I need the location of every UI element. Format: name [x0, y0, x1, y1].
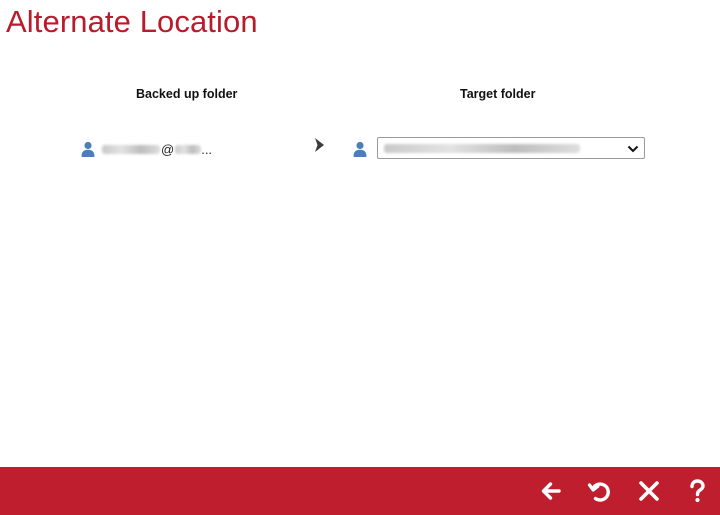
- redacted-username: [102, 145, 160, 154]
- target-folder-select[interactable]: [377, 137, 645, 159]
- chevron-right-icon: [313, 136, 327, 154]
- source-ellipsis: ...: [201, 142, 213, 157]
- close-button[interactable]: [636, 478, 662, 504]
- arrow-left-icon: [541, 482, 561, 500]
- source-at-symbol: @: [161, 142, 175, 157]
- close-icon: [639, 481, 659, 501]
- page-title: Alternate Location: [6, 4, 258, 39]
- restore-icon: [587, 482, 610, 502]
- redacted-target-value: [384, 143, 580, 153]
- footer-toolbar: [0, 467, 720, 515]
- back-button[interactable]: [538, 478, 564, 504]
- target-folder-header: Target folder: [460, 87, 536, 101]
- backed-up-folder-header: Backed up folder: [136, 87, 238, 101]
- restore-button[interactable]: [587, 478, 613, 504]
- chevron-down-icon: [627, 142, 639, 154]
- help-button[interactable]: [684, 478, 710, 504]
- target-user-icon: [353, 141, 367, 157]
- help-icon: [690, 479, 705, 503]
- alternate-location-page: Alternate Location Backed up folder Targ…: [0, 0, 720, 515]
- source-user-icon: [81, 141, 95, 157]
- redacted-domain: [175, 145, 202, 154]
- source-folder-name: @ ...: [102, 142, 212, 157]
